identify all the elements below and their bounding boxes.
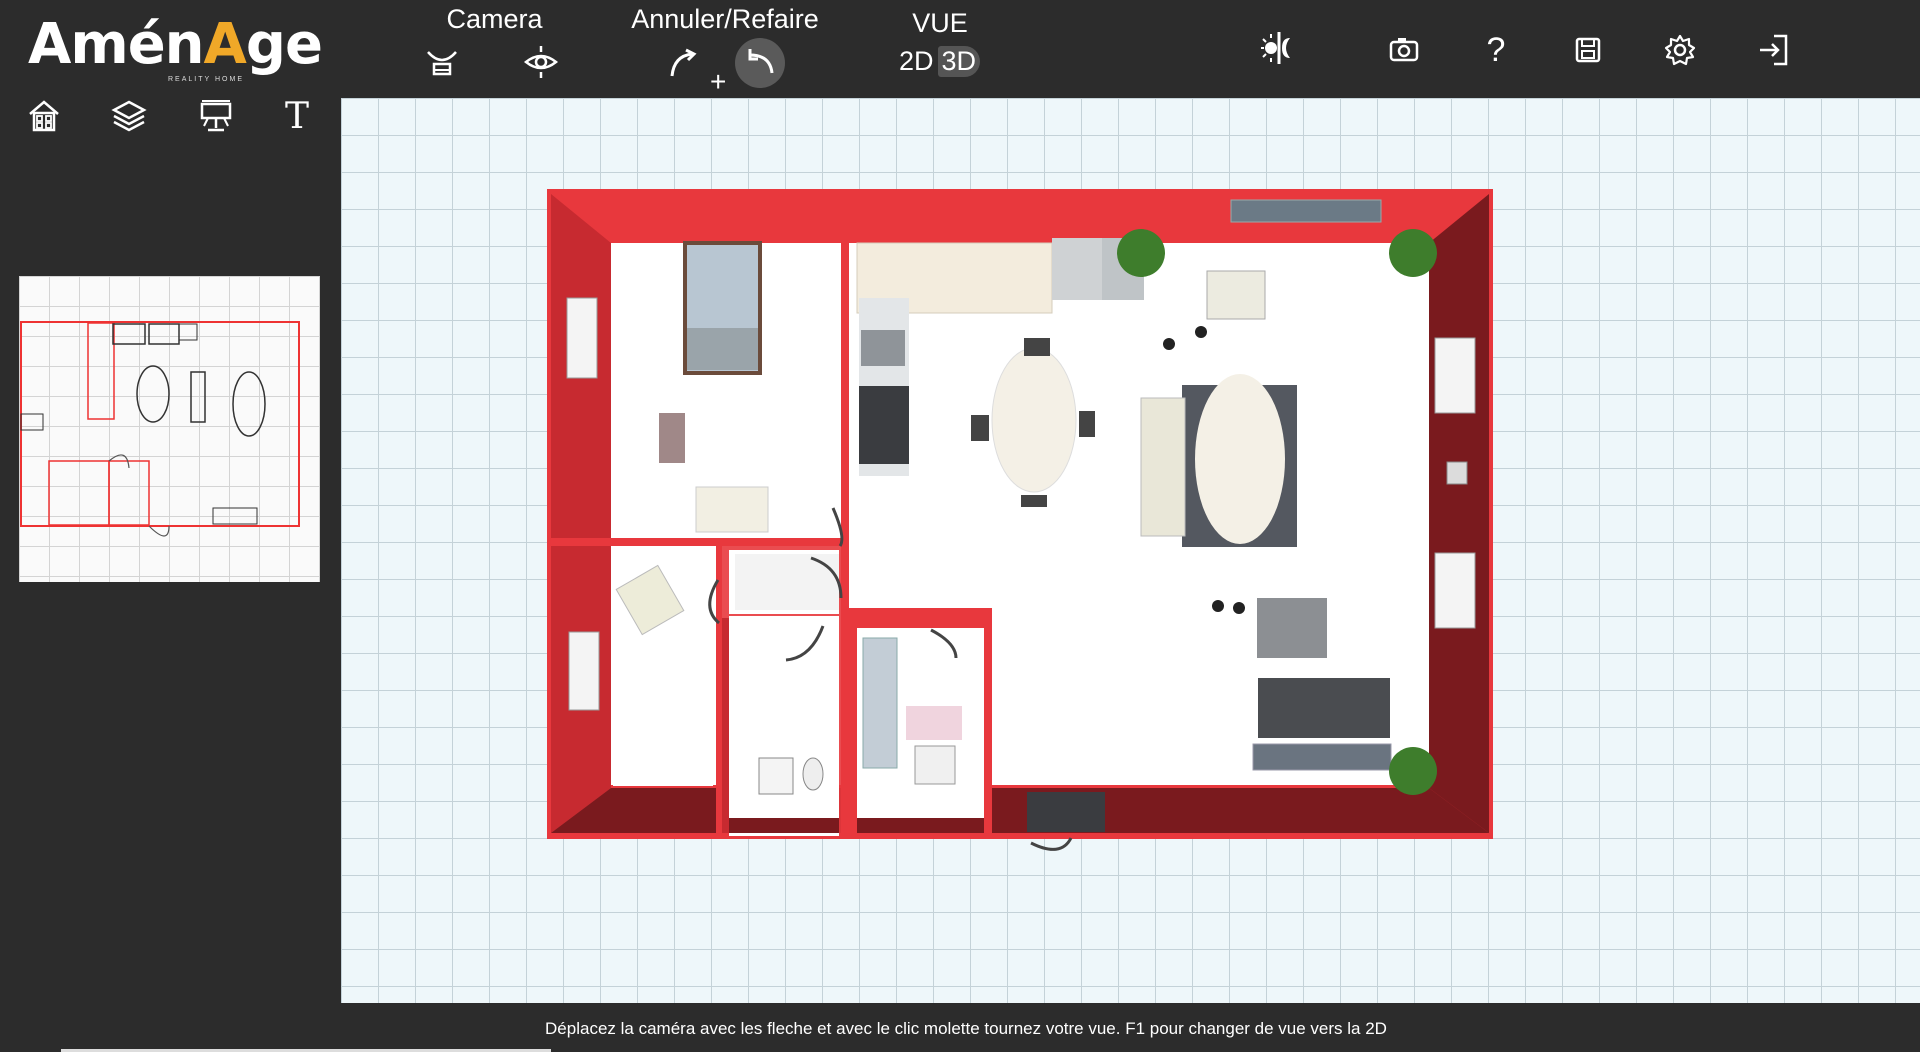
camera-icon — [1389, 38, 1419, 62]
undo-button[interactable] — [662, 42, 706, 86]
eye-icon — [523, 46, 559, 78]
plant-2 — [1389, 229, 1437, 277]
armchair-top — [1206, 270, 1266, 320]
radiator — [1446, 461, 1468, 485]
sofa — [1140, 397, 1186, 537]
exit-button[interactable] — [1752, 28, 1796, 72]
floppy-disk-icon — [1575, 37, 1601, 63]
screenshot-button[interactable] — [1382, 28, 1426, 72]
skylight-window — [1230, 199, 1382, 223]
status-message: Déplacez la caméra avec les fleche et av… — [545, 1019, 1387, 1038]
undo-icon — [670, 48, 697, 77]
undo-redo-title: Annuler/Refaire — [631, 4, 819, 34]
armchair-grey — [1257, 598, 1327, 658]
floorplan-3d-view — [547, 189, 1493, 851]
view-2d-button[interactable]: 2D — [895, 46, 938, 77]
design-canvas-3d[interactable] — [341, 98, 1920, 1003]
minimap-floorplan — [20, 321, 300, 537]
help-button[interactable]: ? — [1474, 28, 1518, 72]
minimap[interactable] — [19, 276, 320, 582]
view-toggle: 2D 3D — [895, 41, 981, 81]
text-tool-button[interactable]: T — [275, 94, 319, 138]
toilet — [758, 757, 794, 795]
window-left-bottom — [568, 631, 600, 711]
redo-button[interactable] — [735, 38, 785, 88]
lamp-icon — [200, 100, 232, 132]
view-3d-button[interactable]: 3D — [937, 45, 981, 77]
settings-button[interactable] — [1658, 28, 1702, 72]
redo-icon — [748, 49, 774, 74]
bidet — [802, 757, 824, 791]
bath-mat — [906, 706, 962, 740]
window-left-top — [566, 297, 598, 379]
stove — [1052, 238, 1102, 300]
save-button[interactable] — [1566, 28, 1610, 72]
sign-in-icon — [1760, 34, 1788, 66]
rug-entrance — [1252, 743, 1392, 771]
camera-orbit-button[interactable] — [420, 42, 464, 86]
window-right-top — [1434, 337, 1476, 414]
bathtub — [862, 637, 898, 769]
tv-cabinet — [1258, 678, 1390, 738]
window-right-bottom — [1434, 552, 1476, 629]
logo-subtitle: REALITY HOME — [168, 76, 244, 83]
wall-divider-vertical — [841, 194, 849, 839]
furniture-tool-button[interactable] — [194, 94, 238, 138]
house-icon — [29, 100, 59, 132]
layers-icon — [111, 100, 147, 132]
washbasin — [914, 745, 956, 785]
plant-3 — [1389, 747, 1437, 795]
sink-cabinet — [695, 486, 769, 533]
camera-orbit-icon — [427, 51, 457, 76]
day-night-button[interactable] — [1256, 26, 1300, 70]
dining-table — [991, 347, 1077, 493]
layers-tool-button[interactable] — [107, 94, 151, 138]
camera-group-title: Camera — [446, 4, 543, 34]
plant-1 — [1117, 229, 1165, 277]
desk — [659, 413, 685, 463]
doormat — [1027, 792, 1105, 832]
home-tool-button[interactable] — [22, 94, 66, 138]
status-bar: Déplacez la caméra avec les fleche et av… — [61, 1003, 1920, 1052]
top-toolbar: AménAge REALITY HOME Camera Annuler/Refa… — [0, 0, 1920, 98]
coffee-table — [1195, 374, 1285, 544]
fridge — [859, 386, 909, 464]
gear-icon — [1664, 34, 1696, 66]
wall-wc-left — [716, 543, 722, 839]
view-group-title: VUE — [912, 8, 968, 38]
app-logo: AménAge REALITY HOME — [28, 12, 323, 83]
wall-bedroom-bottom — [551, 538, 847, 546]
camera-eye-button[interactable] — [519, 40, 563, 84]
sun-moon-icon — [1261, 32, 1290, 64]
app-window: AménAge REALITY HOME Camera Annuler/Refa… — [0, 0, 1920, 1052]
plus-indicator: + — [710, 66, 727, 97]
kitchen-sink — [861, 330, 905, 366]
